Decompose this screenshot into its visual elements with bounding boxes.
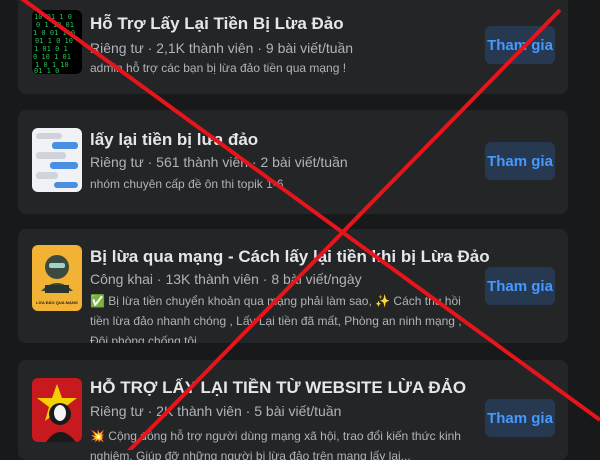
thumbnail-caption: LỪA ĐẢO QUA MẠNG	[36, 300, 78, 305]
group-card[interactable]: HỖ TRỢ LẤY LẠI TIỀN TỪ WEBSITE LỪA ĐẢO R…	[18, 360, 568, 460]
group-thumbnail-flag[interactable]	[32, 378, 82, 442]
group-thumbnail-hacker[interactable]: LỪA ĐẢO QUA MẠNG	[32, 245, 82, 311]
group-card[interactable]: 10 01 1 00 1 10 01 1 0 01 1 0 01 1 0 10 1…	[18, 0, 568, 94]
svg-text:01 1 0: 01 1 0	[34, 67, 59, 74]
group-title[interactable]: Hỗ Trợ Lấy Lại Tiền Bị Lừa Đảo	[90, 14, 468, 34]
group-title[interactable]: Bị lừa qua mạng - Cách lấy lại tiền khi …	[90, 247, 490, 267]
svg-text:0 10 1 01: 0 10 1 01	[33, 53, 71, 61]
join-button[interactable]: Tham gia	[485, 26, 555, 64]
chat-screenshot-image	[36, 133, 78, 188]
group-meta: Riêng tư · 561 thành viên · 2 bài viết/t…	[90, 154, 348, 170]
group-meta: Riêng tư · 2,1K thành viên · 9 bài viết/…	[90, 40, 354, 56]
group-description: nhóm chuyên cấp đề ôn thi topik 1-6	[90, 177, 284, 191]
join-button[interactable]: Tham gia	[485, 142, 555, 180]
group-meta: Riêng tư · 2K thành viên · 5 bài viết/tu…	[90, 403, 342, 419]
join-button[interactable]: Tham gia	[485, 267, 555, 305]
join-button[interactable]: Tham gia	[485, 399, 555, 437]
group-description: ✅ Bị lừa tiền chuyển khoản qua mạng phải…	[90, 294, 462, 343]
group-meta: Công khai · 13K thành viên · 8 bài viết/…	[90, 271, 362, 287]
svg-text:1 01 0 1: 1 01 0 1	[34, 45, 68, 53]
group-description: 💥 Cộng đồng hỗ trợ người dùng mạng xã hộ…	[90, 429, 461, 460]
svg-text:01 1 0 10: 01 1 0 10	[35, 37, 73, 45]
group-thumbnail-matrix[interactable]: 10 01 1 00 1 10 01 1 0 01 1 0 01 1 0 10 1…	[32, 10, 82, 74]
group-title[interactable]: HỖ TRỢ LẤY LẠI TIỀN TỪ WEBSITE LỪA ĐẢO	[90, 378, 468, 398]
group-card[interactable]: LỪA ĐẢO QUA MẠNG Bị lừa qua mạng - Cách …	[18, 229, 568, 343]
group-description: admin hỗ trợ các bạn bị lừa đảo tiền qua…	[90, 61, 347, 75]
svg-text:1 0 01 1 0: 1 0 01 1 0	[33, 29, 75, 37]
group-thumbnail-chat[interactable]	[32, 128, 82, 192]
group-card[interactable]: lấy lại tiền bị lừa đảo Riêng tư · 561 t…	[18, 110, 568, 214]
matrix-code-image: 10 01 1 00 1 10 01 1 0 01 1 001 1 0 10 1…	[33, 13, 75, 74]
flag-figure-image	[37, 384, 77, 442]
svg-text:0 1 10 01: 0 1 10 01	[36, 21, 74, 29]
group-title[interactable]: lấy lại tiền bị lừa đảo	[90, 130, 468, 150]
svg-text:10 01 1 0: 10 01 1 0	[34, 13, 72, 21]
